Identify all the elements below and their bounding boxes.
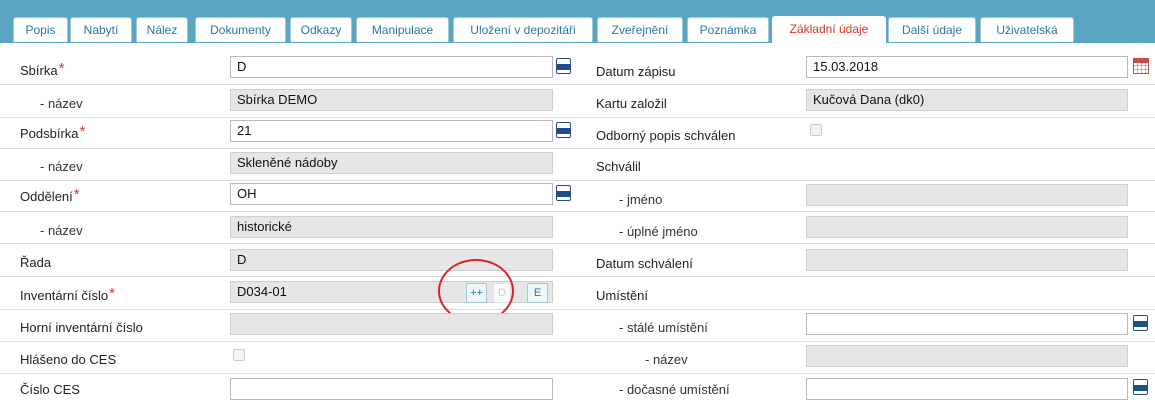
row-divider <box>0 211 1155 212</box>
horni-inventarni-cislo-label: Horní inventární číslo <box>20 320 143 335</box>
tab-poznamka[interactable]: Poznámka <box>687 17 769 42</box>
tab-ulozeni[interactable]: Uložení v depozitáři <box>453 17 593 42</box>
docasne-umisteni-input[interactable] <box>806 378 1128 400</box>
required-mark: * <box>73 186 80 203</box>
jmeno-field <box>806 184 1128 206</box>
rada-label: Řada <box>20 255 52 270</box>
tab-uzivatelska[interactable]: Uživatelská <box>980 17 1074 42</box>
row-divider <box>0 180 1155 181</box>
odborny-popis-label: Odborný popis schválen <box>596 128 736 143</box>
tab-popis[interactable]: Popis <box>13 17 68 42</box>
datum-schvaleni-field <box>806 249 1128 271</box>
jmeno-label: - jméno <box>619 192 663 207</box>
tab-manipulace[interactable]: Manipulace <box>356 17 449 42</box>
row-divider <box>0 373 1155 374</box>
podsbirka-nazev-field: Skleněné nádoby <box>230 152 553 174</box>
tab-odkazy[interactable]: Odkazy <box>290 17 352 42</box>
oddeleni-nazev-field: historické <box>230 216 553 238</box>
required-mark: * <box>58 60 65 77</box>
podsbirka-label: Podsbírka* <box>20 123 86 141</box>
stale-umisteni-input[interactable] <box>806 313 1128 335</box>
tab-nalez[interactable]: Nález <box>136 17 188 42</box>
required-mark: * <box>109 285 115 302</box>
podsbirka-input[interactable]: 21 <box>230 120 553 142</box>
tab-zverejneni[interactable]: Zveřejnění <box>597 17 683 42</box>
edit-number-button[interactable]: E <box>527 283 548 303</box>
datum-zapisu-label: Datum zápisu <box>596 64 676 79</box>
row-divider <box>0 341 1155 342</box>
tab-bar: Popis Nabytí Nález Dokumenty Odkazy Mani… <box>0 0 1155 44</box>
datum-zapisu-input[interactable]: 15.03.2018 <box>806 56 1128 78</box>
row-divider <box>0 309 1155 310</box>
uplne-jmeno-field <box>806 216 1128 238</box>
podsbirka-lookup-icon[interactable] <box>556 122 571 138</box>
uplne-jmeno-label: - úplné jméno <box>619 224 698 239</box>
stale-umisteni-nazev-label: - název <box>645 352 688 367</box>
row-divider <box>0 276 1155 277</box>
row-divider <box>0 84 1155 85</box>
required-mark: * <box>79 123 86 140</box>
oddeleni-input[interactable]: OH <box>230 183 553 205</box>
tab-zakladni-udaje[interactable]: Základní údaje <box>772 16 886 44</box>
umisteni-label: Umístění <box>596 288 649 303</box>
row-divider <box>0 243 1155 244</box>
kartu-zalozil-label: Kartu založil <box>596 96 667 111</box>
hlaseno-ces-label: Hlášeno do CES <box>20 352 117 367</box>
podsbirka-nazev-label: - název <box>40 159 83 174</box>
inventarni-cislo-label: Inventární číslo* <box>20 285 115 303</box>
tab-nabyti[interactable]: Nabytí <box>70 17 132 42</box>
stale-umisteni-lookup-icon[interactable] <box>1133 315 1148 331</box>
tab-dalsi-udaje[interactable]: Další údaje <box>888 17 976 42</box>
row-divider <box>0 117 1155 118</box>
sbirka-lookup-icon[interactable] <box>556 58 571 74</box>
rada-field: D <box>230 249 553 271</box>
datum-schvaleni-label: Datum schválení <box>596 256 693 271</box>
docasne-umisteni-label: - dočasné umístění <box>619 382 730 397</box>
sbirka-input[interactable]: D <box>230 56 553 78</box>
tab-dokumenty[interactable]: Dokumenty <box>195 17 286 42</box>
cislo-ces-label: Číslo CES <box>20 382 80 397</box>
oddeleni-label: Oddělení* <box>20 186 80 204</box>
oddeleni-lookup-icon[interactable] <box>556 185 571 201</box>
hlaseno-ces-checkbox[interactable] <box>233 349 245 361</box>
row-divider <box>0 148 1155 149</box>
oddeleni-nazev-label: - název <box>40 223 83 238</box>
kartu-zalozil-field: Kučová Dana (dk0) <box>806 89 1128 111</box>
stale-umisteni-label: - stálé umístění <box>619 320 708 335</box>
cislo-ces-input[interactable] <box>230 378 553 400</box>
calendar-icon[interactable] <box>1133 58 1149 74</box>
sbirka-nazev-label: - název <box>40 96 83 111</box>
sbirka-label: Sbírka* <box>20 60 65 78</box>
stale-umisteni-nazev-field <box>806 345 1128 367</box>
horni-inventarni-cislo-field <box>230 313 553 335</box>
sbirka-nazev-field: Sbírka DEMO <box>230 89 553 111</box>
schvalil-label: Schválil <box>596 159 641 174</box>
odborny-popis-checkbox[interactable] <box>810 124 822 136</box>
docasne-umisteni-lookup-icon[interactable] <box>1133 379 1148 395</box>
